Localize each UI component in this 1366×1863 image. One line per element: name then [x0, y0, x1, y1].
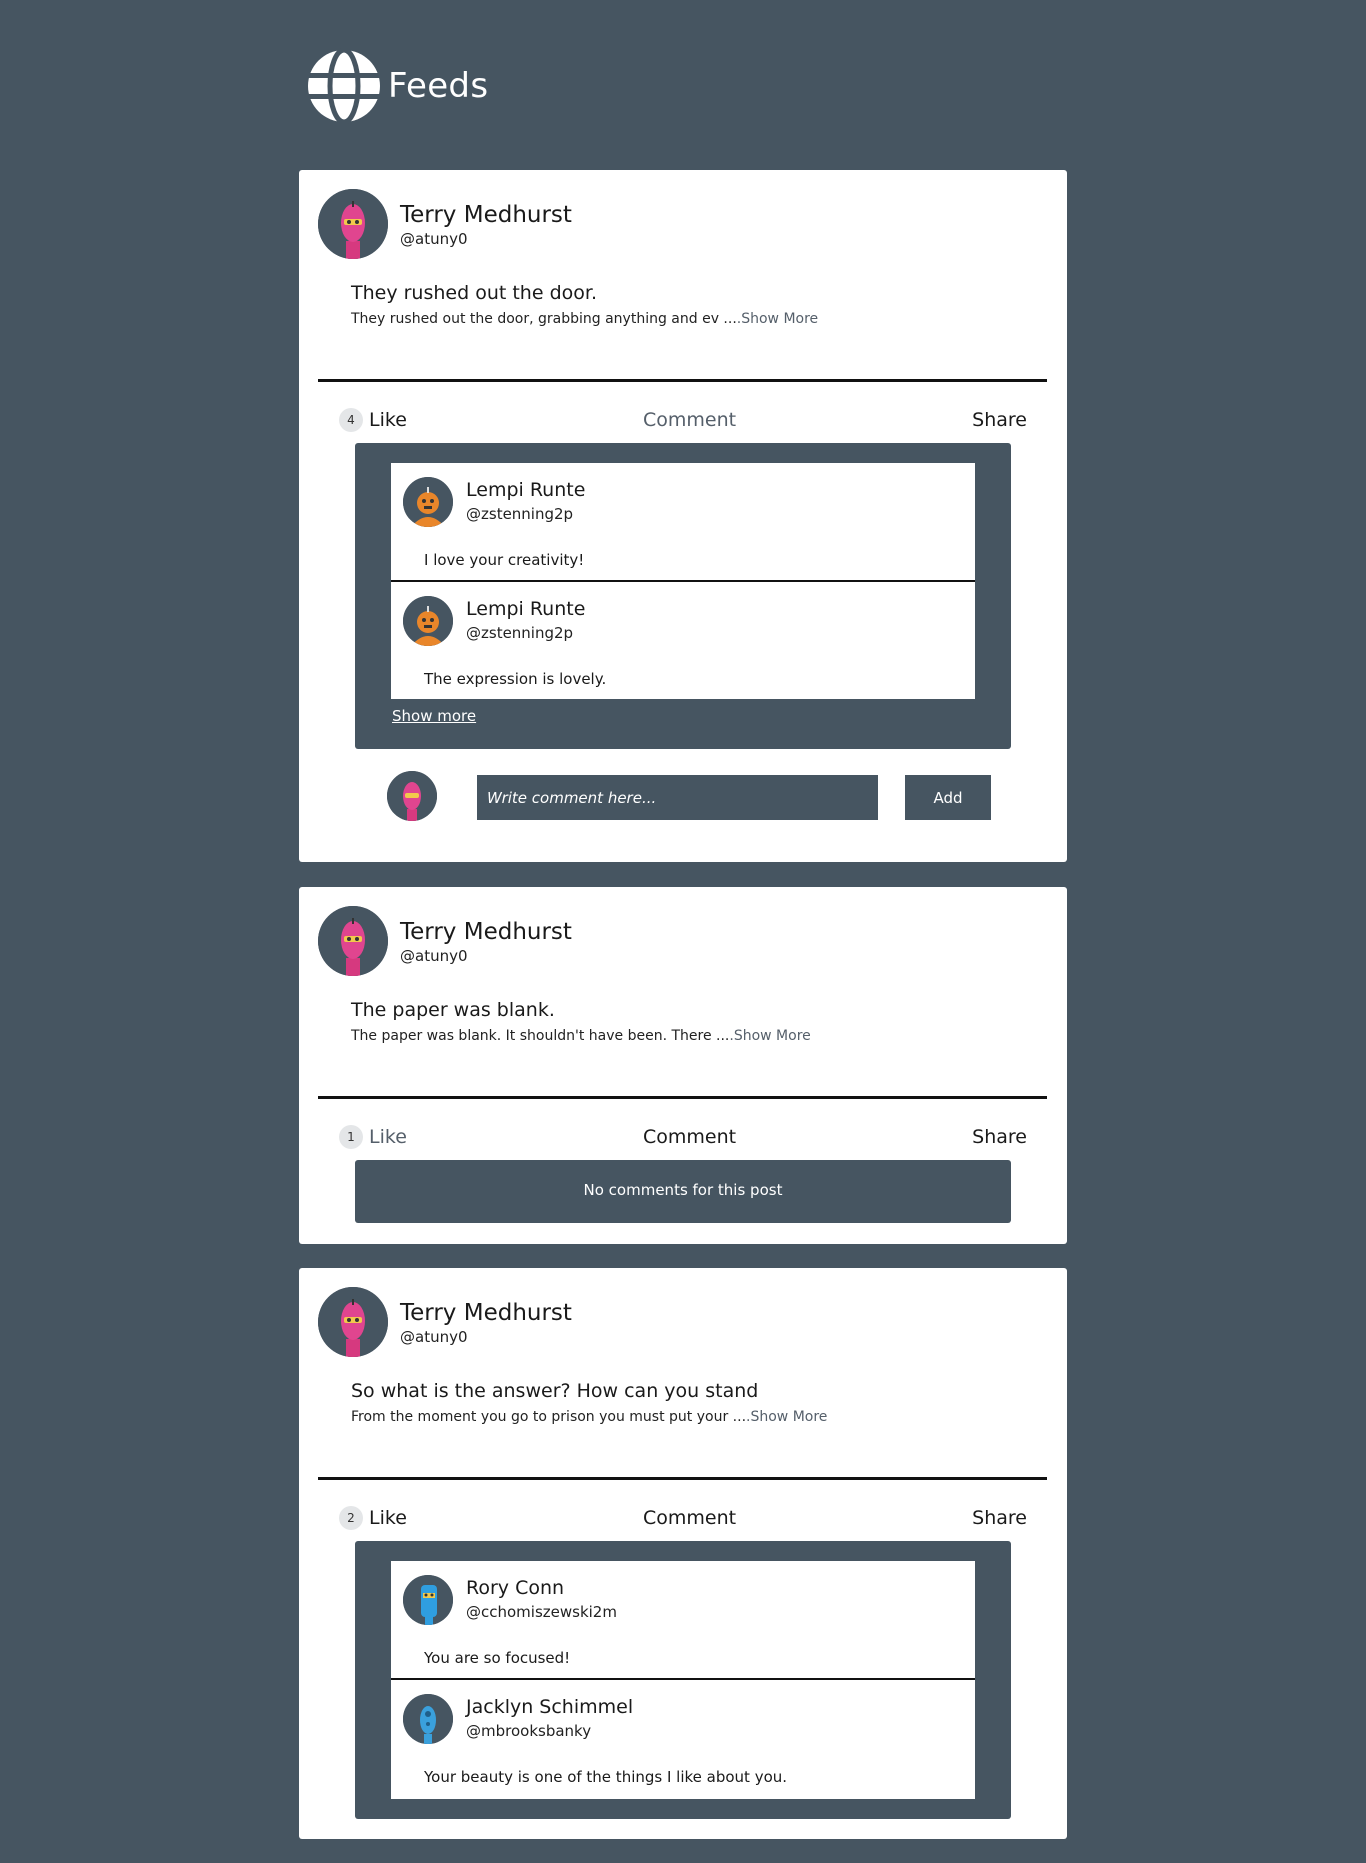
post-body: From the moment you go to prison you mus…	[351, 1409, 827, 1425]
post-body-text: The paper was blank. It shouldn't have b…	[351, 1028, 730, 1044]
like-label: Like	[369, 409, 407, 431]
post-body-text: From the moment you go to prison you mus…	[351, 1409, 747, 1425]
comment-text: I love your creativity!	[424, 551, 585, 569]
post-divider	[318, 379, 1047, 382]
no-comments-message: No comments for this post	[583, 1181, 783, 1199]
like-count-badge: 1	[339, 1125, 363, 1149]
author-handle: @atuny0	[400, 230, 468, 248]
post-body-text: They rushed out the door, grabbing anyth…	[351, 311, 737, 327]
current-user-avatar	[387, 771, 437, 821]
comment-text: Your beauty is one of the things I like …	[424, 1768, 788, 1786]
author-avatar[interactable]	[318, 1287, 388, 1357]
globe-icon	[308, 48, 380, 124]
commenter-avatar[interactable]	[403, 596, 453, 646]
show-more-link[interactable]: .Show More	[746, 1409, 827, 1425]
author-handle: @atuny0	[400, 1328, 468, 1346]
comment-item: Jacklyn Schimmel @mbrooksbanky Your beau…	[391, 1680, 975, 1799]
commenter-avatar[interactable]	[403, 1694, 453, 1744]
commenter-handle: @zstenning2p	[466, 624, 574, 642]
comment-text: The expression is lovely.	[424, 670, 607, 688]
post-body: They rushed out the door, grabbing anyth…	[351, 311, 818, 327]
add-comment-button[interactable]: Add	[905, 775, 991, 820]
comment-button[interactable]: Comment	[643, 1507, 736, 1529]
comment-item: Lempi Runte @zstenning2p I love your cre…	[391, 463, 975, 580]
share-button[interactable]: Share	[972, 1507, 1027, 1529]
like-count-badge: 2	[339, 1506, 363, 1530]
comment-input[interactable]	[477, 775, 878, 820]
like-button[interactable]: 4 Like	[339, 408, 407, 432]
post-title: The paper was blank.	[351, 999, 555, 1021]
commenter-name[interactable]: Lempi Runte	[466, 598, 585, 620]
post-divider	[318, 1096, 1047, 1099]
post-actions: 4 Like Comment Share	[339, 405, 1027, 435]
comment-text: You are so focused!	[424, 1649, 571, 1667]
commenter-handle: @zstenning2p	[466, 505, 574, 523]
share-button[interactable]: Share	[972, 1126, 1027, 1148]
post-title: They rushed out the door.	[351, 282, 597, 304]
author-name[interactable]: Terry Medhurst	[400, 918, 572, 946]
commenter-handle: @mbrooksbanky	[466, 1722, 592, 1740]
post-card: Terry Medhurst @atuny0 They rushed out t…	[299, 170, 1067, 862]
commenter-name[interactable]: Jacklyn Schimmel	[466, 1696, 633, 1718]
comment-item: Rory Conn @cchomiszewski2m You are so fo…	[391, 1561, 975, 1678]
author-handle: @atuny0	[400, 947, 468, 965]
commenter-handle: @cchomiszewski2m	[466, 1603, 617, 1621]
like-button[interactable]: 1 Like	[339, 1125, 407, 1149]
commenter-avatar[interactable]	[403, 1575, 453, 1625]
author-avatar[interactable]	[318, 189, 388, 259]
author-name[interactable]: Terry Medhurst	[400, 1299, 572, 1327]
author-name[interactable]: Terry Medhurst	[400, 201, 572, 229]
post-author: Terry Medhurst @atuny0	[318, 1287, 572, 1357]
commenter-name[interactable]: Lempi Runte	[466, 479, 585, 501]
app-header: Feeds	[306, 46, 488, 126]
post-actions: 2 Like Comment Share	[339, 1503, 1027, 1533]
comment-button[interactable]: Comment	[643, 1126, 736, 1148]
comments-section: Rory Conn @cchomiszewski2m You are so fo…	[355, 1541, 1011, 1819]
share-button[interactable]: Share	[972, 409, 1027, 431]
like-count-badge: 4	[339, 408, 363, 432]
post-actions: 1 Like Comment Share	[339, 1122, 1027, 1152]
post-divider	[318, 1477, 1047, 1480]
post-title: So what is the answer? How can you stand	[351, 1380, 759, 1402]
show-more-link[interactable]: .Show More	[737, 311, 818, 327]
comments-section: No comments for this post	[355, 1160, 1011, 1223]
page-title: Feeds	[388, 66, 489, 106]
comments-section: Lempi Runte @zstenning2p I love your cre…	[355, 443, 1011, 749]
show-more-link[interactable]: .Show More	[729, 1028, 810, 1044]
like-button[interactable]: 2 Like	[339, 1506, 407, 1530]
comment-item: Lempi Runte @zstenning2p The expression …	[391, 582, 975, 699]
post-card: Terry Medhurst @atuny0 So what is the an…	[299, 1268, 1067, 1839]
show-more-comments-link[interactable]: Show more	[392, 707, 476, 725]
post-body: The paper was blank. It shouldn't have b…	[351, 1028, 811, 1044]
post-author: Terry Medhurst @atuny0	[318, 906, 572, 976]
commenter-name[interactable]: Rory Conn	[466, 1577, 564, 1599]
commenter-avatar[interactable]	[403, 477, 453, 527]
post-author: Terry Medhurst @atuny0	[318, 189, 572, 259]
author-avatar[interactable]	[318, 906, 388, 976]
like-label: Like	[369, 1507, 407, 1529]
like-label: Like	[369, 1126, 407, 1148]
post-card: Terry Medhurst @atuny0 The paper was bla…	[299, 887, 1067, 1244]
comment-button[interactable]: Comment	[643, 409, 736, 431]
